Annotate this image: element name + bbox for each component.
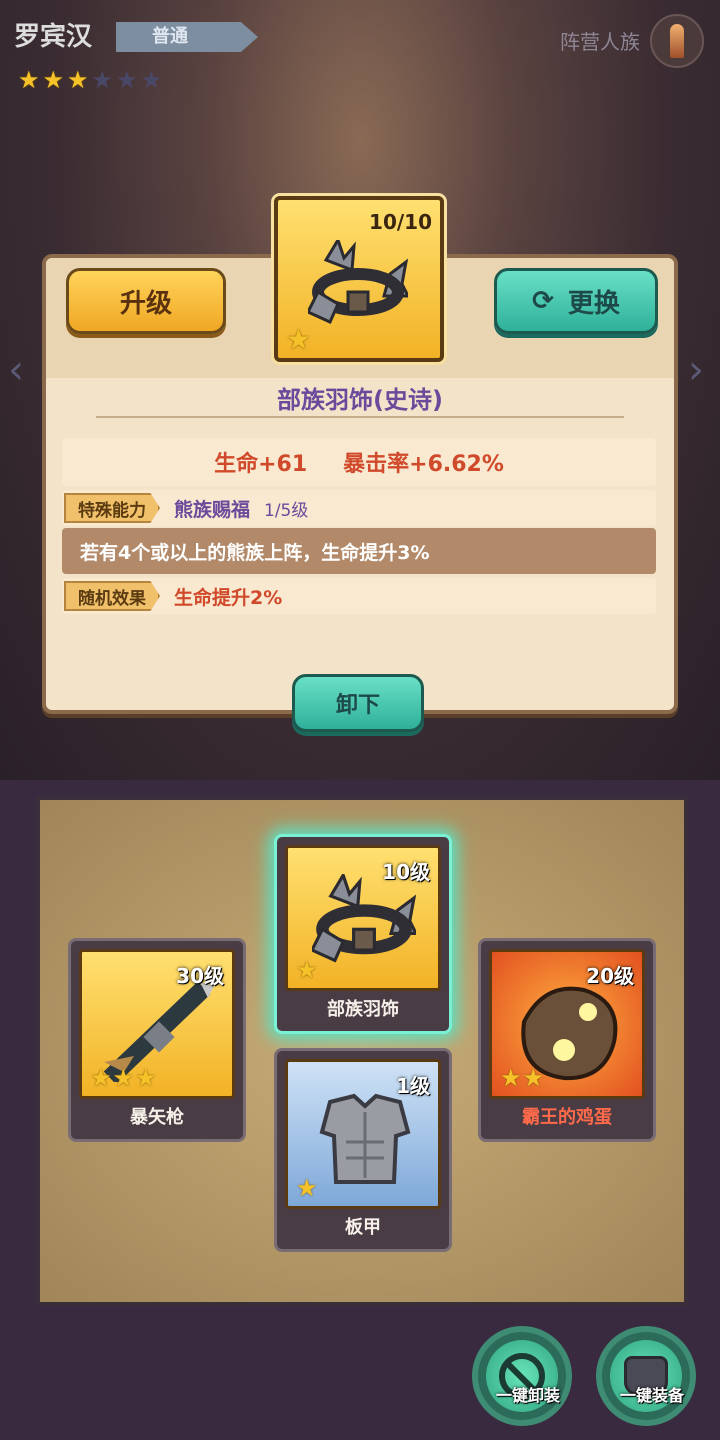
slot-level: 30级 xyxy=(176,964,224,988)
star-icon: ★ xyxy=(140,66,163,94)
item-title: 部族羽饰(史诗) xyxy=(277,386,443,414)
bullet-icon[interactable] xyxy=(650,14,704,68)
slot-label: 部族羽饰 xyxy=(327,999,399,1020)
unequip-all-label: 一键卸装 xyxy=(495,1386,560,1405)
special-ability-row: 特殊能力 熊族赐福 1/5级 xyxy=(62,490,656,526)
plate-armor-icon xyxy=(319,1093,411,1184)
swap-label: 更换 xyxy=(567,288,620,319)
swap-button[interactable]: ⟳ 更换 xyxy=(494,268,658,334)
rarity-label: 普通 xyxy=(152,26,188,47)
sync-icon: ⟳ xyxy=(532,286,554,316)
special-value: 熊族赐福 xyxy=(174,498,251,521)
equip-slot-weapon[interactable]: 30级 ★ ★ ★ 暴矢枪 xyxy=(68,938,246,1142)
equip-slot-accessory[interactable]: 20级 ★ ★ 霸王的鸡蛋 xyxy=(478,938,656,1142)
star-icon: ★ xyxy=(90,1064,112,1092)
equip-slot-armor[interactable]: 1级 ★ 板甲 xyxy=(274,1048,452,1252)
hero-name: 罗宾汉 xyxy=(14,22,93,52)
star-icon: ★ xyxy=(500,1064,522,1092)
star-icon: ★ xyxy=(18,66,40,94)
slot-label: 暴矢枪 xyxy=(130,1107,184,1128)
star-icon: ★ xyxy=(116,66,138,94)
special-level: 1/5级 xyxy=(264,500,309,521)
star-icon: ★ xyxy=(135,1064,157,1092)
item-count: 10/10 xyxy=(369,210,432,234)
star-icon: ★ xyxy=(522,1064,545,1092)
random-effect-row: 随机效果 生命提升2% xyxy=(62,578,656,614)
stats-bar: 生命+61 暴击率+6.62% xyxy=(62,438,656,486)
star-icon: ★ xyxy=(112,1064,135,1092)
star-icon: ★ xyxy=(91,66,114,94)
upgrade-button[interactable]: 升级 xyxy=(66,268,226,334)
stat-life: 生命+61 xyxy=(214,452,308,477)
faction-label: 阵营人族 xyxy=(560,30,640,54)
star-icon: ★ xyxy=(296,1174,318,1202)
special-tag: 特殊能力 xyxy=(64,493,160,523)
hero-stars: ★ ★ ★ ★ ★ ★ xyxy=(18,68,162,92)
equip-all-button[interactable]: 一键装备 xyxy=(596,1326,696,1426)
equip-slot-headgear[interactable]: 10级 ★ 部族羽饰 xyxy=(274,834,452,1034)
slot-level: 20级 xyxy=(586,964,634,988)
divider xyxy=(96,416,624,418)
equip-all-label: 一键装备 xyxy=(619,1386,684,1405)
slot-level: 10级 xyxy=(382,860,430,884)
random-tag: 随机效果 xyxy=(64,581,160,611)
chevron-right-icon[interactable]: › xyxy=(688,350,718,390)
star-icon: ★ xyxy=(67,66,89,94)
slot-level: 1级 xyxy=(396,1074,430,1098)
stat-crit: 暴击率+6.62% xyxy=(343,452,504,477)
star-icon: ★ xyxy=(296,956,318,984)
unequip-button[interactable]: 卸下 xyxy=(292,674,424,732)
special-description: 若有4个或以上的熊族上阵，生命提升3% xyxy=(62,528,656,574)
unequip-all-button[interactable]: 一键卸装 xyxy=(472,1326,572,1426)
headband-icon xyxy=(312,874,416,963)
item-card[interactable]: 10/10 ★ xyxy=(274,196,444,362)
slot-label: 板甲 xyxy=(345,1217,381,1238)
headband-icon xyxy=(308,240,408,324)
slot-label: 霸王的鸡蛋 xyxy=(522,1107,612,1128)
rarity-banner: 普通 xyxy=(116,22,258,52)
random-value: 生命提升2% xyxy=(174,586,283,609)
star-icon: ★ xyxy=(286,323,312,356)
chevron-left-icon[interactable]: ‹ xyxy=(8,350,38,390)
star-icon: ★ xyxy=(42,66,65,94)
